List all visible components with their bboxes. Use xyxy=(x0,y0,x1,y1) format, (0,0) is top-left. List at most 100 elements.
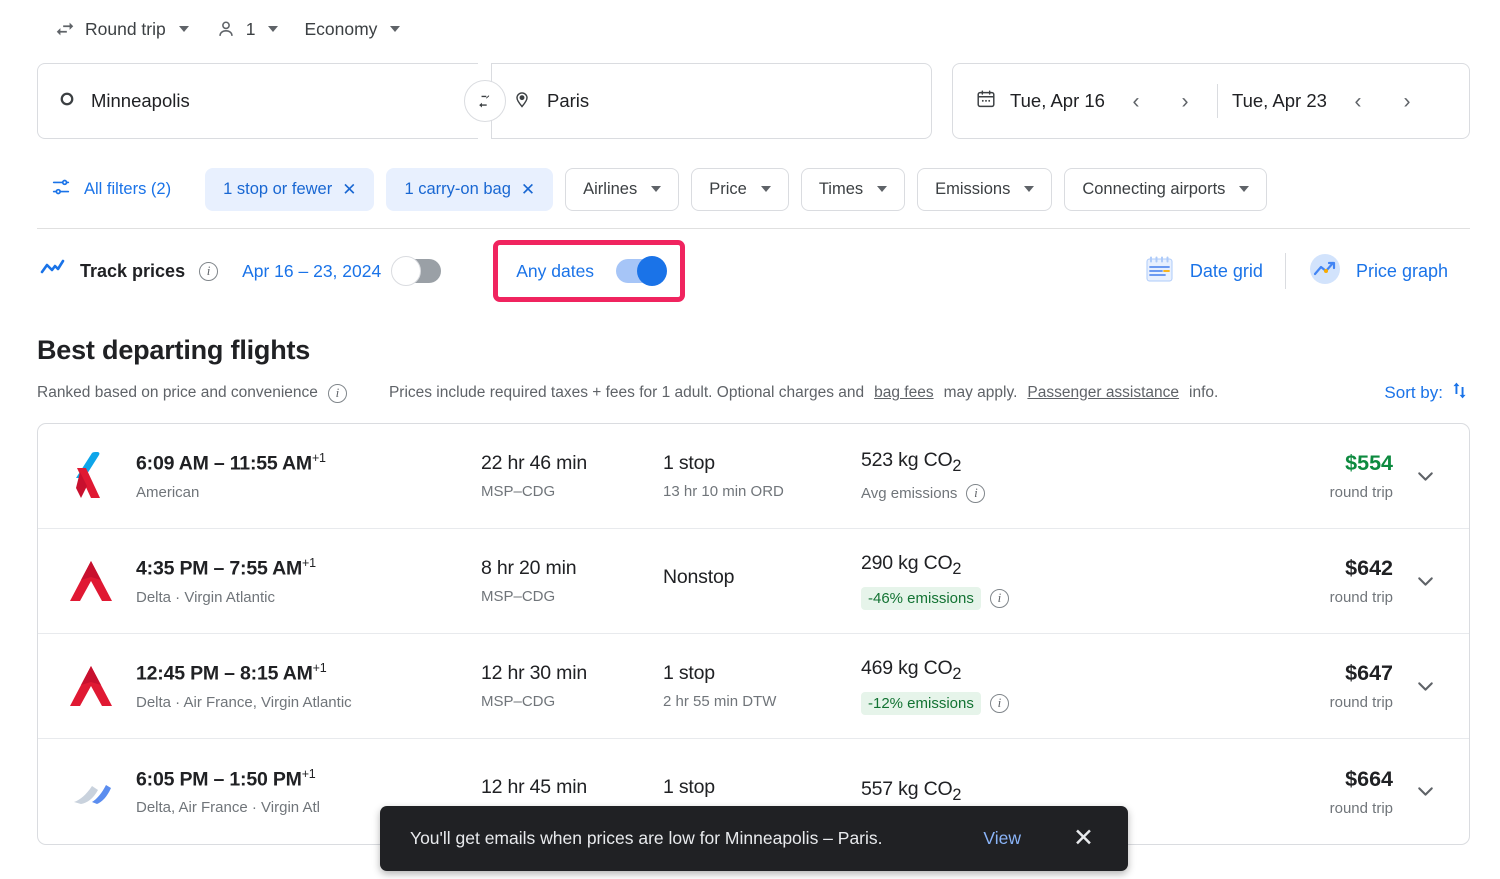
table-row[interactable]: 12:45 PM – 8:15 AM+1 Delta · Air France,… xyxy=(38,634,1469,739)
flight-price-column: $664 round trip xyxy=(1243,767,1393,817)
info-icon[interactable]: i xyxy=(199,262,218,281)
person-icon xyxy=(215,18,237,40)
info-icon[interactable]: i xyxy=(966,484,985,503)
trip-type-selector[interactable]: Round trip xyxy=(44,12,199,46)
google-flights-page: Round trip 1 Economy Minneapolis xyxy=(0,0,1500,879)
table-row[interactable]: 6:09 AM – 11:55 AM+1 American 22 hr 46 m… xyxy=(38,424,1469,529)
swap-locations-button[interactable] xyxy=(464,80,506,122)
passenger-assistance-link[interactable]: Passenger assistance xyxy=(1027,384,1179,402)
results-header: Best departing flights Ranked based on p… xyxy=(0,313,1500,406)
return-prev-day-button[interactable]: ‹ xyxy=(1340,83,1376,119)
bag-fees-link[interactable]: bag fees xyxy=(874,384,933,402)
flight-times-text: 4:35 PM – 7:55 AM xyxy=(136,558,302,580)
filter-chip-label: Connecting airports xyxy=(1082,180,1225,199)
emissions-subscript: 2 xyxy=(952,560,961,578)
flight-times-column: 4:35 PM – 7:55 AM+1 Delta · Virgin Atlan… xyxy=(136,556,481,606)
return-next-day-button[interactable]: › xyxy=(1389,83,1425,119)
expand-row-chevron-icon[interactable] xyxy=(1403,569,1447,594)
info-icon[interactable]: i xyxy=(990,694,1009,713)
flight-stops: 1 stop xyxy=(663,776,861,799)
flight-emissions-column: 290 kg CO2 -46% emissions i xyxy=(861,552,1243,610)
depart-date-cell[interactable]: Tue, Apr 16 ‹ › xyxy=(975,83,1203,119)
flight-price: $647 xyxy=(1243,661,1393,686)
depart-prev-day-button[interactable]: ‹ xyxy=(1118,83,1154,119)
origin-value: Minneapolis xyxy=(91,90,190,112)
flight-duration-column: 22 hr 46 min MSP–CDG xyxy=(481,452,663,500)
flight-route: MSP–CDG xyxy=(481,693,663,710)
expand-row-chevron-icon[interactable] xyxy=(1403,779,1447,804)
depart-next-day-button[interactable]: › xyxy=(1167,83,1203,119)
emissions-subscript: 2 xyxy=(952,665,961,683)
klm-winglet-logo xyxy=(68,772,136,812)
filter-chip-airlines[interactable]: Airlines xyxy=(565,168,679,211)
return-date-value: Tue, Apr 23 xyxy=(1232,90,1327,112)
close-icon[interactable]: ✕ xyxy=(521,181,535,198)
filter-chip-times[interactable]: Times xyxy=(801,168,905,211)
all-filters-button[interactable]: All filters (2) xyxy=(40,168,181,211)
info-icon[interactable]: i xyxy=(990,589,1009,608)
flight-times-text: 6:09 AM – 11:55 AM xyxy=(136,453,312,475)
date-grid-button[interactable]: Date grid xyxy=(1120,253,1285,290)
table-row[interactable]: 4:35 PM – 7:55 AM+1 Delta · Virgin Atlan… xyxy=(38,529,1469,634)
flight-route: MSP–CDG xyxy=(481,588,663,605)
close-icon[interactable]: ✕ xyxy=(342,181,356,198)
emissions-subscript: 2 xyxy=(952,786,961,804)
flight-duration-column: 12 hr 45 min xyxy=(481,776,663,807)
chevron-down-icon xyxy=(761,186,771,192)
origin-field[interactable]: Minneapolis xyxy=(37,63,478,139)
expand-row-chevron-icon[interactable] xyxy=(1403,464,1447,489)
flight-duration: 12 hr 45 min xyxy=(481,776,663,799)
info-icon[interactable]: i xyxy=(328,384,347,403)
filter-chip-bags[interactable]: 1 carry-on bag ✕ xyxy=(386,168,553,211)
date-range-field[interactable]: Tue, Apr 16 ‹ › Tue, Apr 23 ‹ › xyxy=(952,63,1470,139)
filter-chip-label: 1 carry-on bag xyxy=(404,180,510,199)
any-dates-toggle[interactable] xyxy=(616,259,662,283)
flight-stops-column: 1 stop 13 hr 10 min ORD xyxy=(663,452,861,500)
emissions-note: Avg emissions xyxy=(861,485,957,502)
toast-view-button[interactable]: View xyxy=(969,822,1035,855)
track-date-range-toggle[interactable] xyxy=(395,259,441,283)
close-icon[interactable]: ✕ xyxy=(1063,822,1104,855)
flight-duration-column: 12 hr 30 min MSP–CDG xyxy=(481,662,663,710)
price-type: round trip xyxy=(1243,589,1393,606)
airline-name: Delta · Air France, Virgin Atlantic xyxy=(136,694,481,711)
filter-chip-label: Times xyxy=(819,180,863,199)
airline-name: Delta · Virgin Atlantic xyxy=(136,589,481,606)
price-graph-button[interactable]: Price graph xyxy=(1286,252,1470,291)
flight-stops-column: 1 stop 2 hr 55 min DTW xyxy=(663,662,861,710)
price-type: round trip xyxy=(1243,484,1393,501)
sort-arrows-icon xyxy=(1449,380,1470,406)
toggle-knob xyxy=(391,256,421,286)
price-graph-label: Price graph xyxy=(1356,261,1448,282)
sort-by-button[interactable]: Sort by: xyxy=(1384,380,1470,406)
delta-logo xyxy=(68,660,136,712)
flight-emissions: 469 kg CO2 xyxy=(861,657,1243,684)
emissions-value: 290 kg CO xyxy=(861,552,952,574)
filter-chip-connecting-airports[interactable]: Connecting airports xyxy=(1064,168,1267,211)
calendar-icon xyxy=(975,88,997,115)
return-date-cell[interactable]: Tue, Apr 23 ‹ › xyxy=(1232,83,1425,119)
track-date-range-label[interactable]: Apr 16 – 23, 2024 xyxy=(242,261,381,282)
toast-message: You'll get emails when prices are low fo… xyxy=(410,828,883,849)
destination-field[interactable]: Paris xyxy=(491,63,932,139)
price-alert-toast: You'll get emails when prices are low fo… xyxy=(380,806,1128,871)
flight-emissions: 523 kg CO2 xyxy=(861,449,1243,476)
expand-row-chevron-icon[interactable] xyxy=(1403,674,1447,699)
flight-route: MSP–CDG xyxy=(481,483,663,500)
filter-chip-stops[interactable]: 1 stop or fewer ✕ xyxy=(205,168,374,211)
filter-chip-price[interactable]: Price xyxy=(691,168,789,211)
chevron-down-icon xyxy=(268,26,278,32)
filter-chip-emissions[interactable]: Emissions xyxy=(917,168,1052,211)
passenger-selector[interactable]: 1 xyxy=(205,12,289,46)
emissions-value: 469 kg CO xyxy=(861,657,952,679)
emissions-value: 557 kg CO xyxy=(861,778,952,800)
cabin-class-selector[interactable]: Economy xyxy=(294,13,410,46)
flight-duration: 8 hr 20 min xyxy=(481,557,663,580)
any-dates-label[interactable]: Any dates xyxy=(516,261,594,282)
all-filters-label: All filters (2) xyxy=(84,180,171,199)
destination-value: Paris xyxy=(547,90,589,112)
flight-price-column: $642 round trip xyxy=(1243,556,1393,606)
flight-price: $554 xyxy=(1243,451,1393,476)
flight-stops: Nonstop xyxy=(663,566,861,589)
disclaimer-part-1: Prices include required taxes + fees for… xyxy=(389,384,864,402)
